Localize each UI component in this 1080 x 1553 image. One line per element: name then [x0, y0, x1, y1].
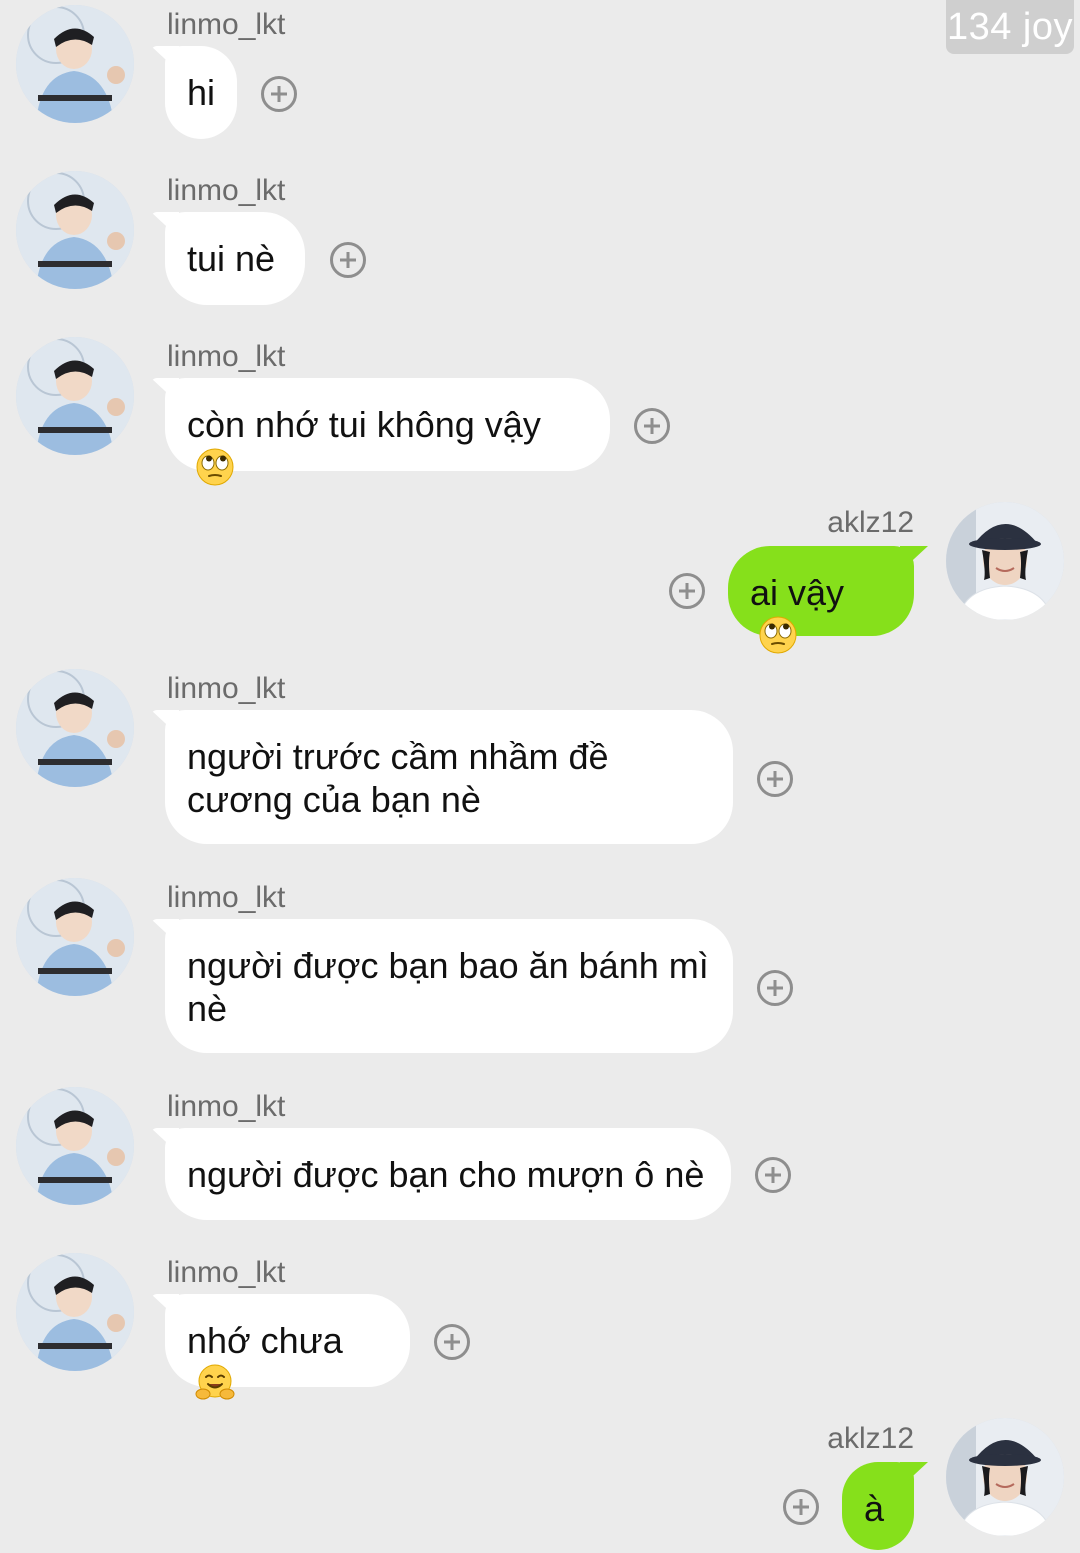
message-row: aklz12 ai vậy: [0, 500, 1080, 654]
avatar[interactable]: [946, 1418, 1064, 1536]
message-bubble[interactable]: nhớ chưa: [165, 1294, 410, 1400]
message-bubble[interactable]: người trước cầm nhầm đề cương của bạn nè: [165, 710, 733, 844]
sender-name: linmo_lkt: [167, 174, 286, 207]
hugging-face-emoji: [195, 1363, 235, 1403]
message-row: linmo_lkt người được bạn cho mượn ô nè: [0, 1082, 1080, 1222]
add-reaction-icon[interactable]: [434, 1324, 470, 1360]
message-bubble[interactable]: tui nè: [165, 212, 305, 305]
avatar[interactable]: [16, 1253, 134, 1371]
message-bubble[interactable]: hi: [165, 46, 237, 139]
avatar[interactable]: [16, 171, 134, 289]
message-text: còn nhớ tui không vậy: [187, 404, 541, 445]
message-text: hi: [187, 72, 216, 113]
add-reaction-icon[interactable]: [783, 1489, 819, 1525]
add-reaction-icon[interactable]: [757, 970, 793, 1006]
sender-name: linmo_lkt: [167, 672, 286, 705]
message-row: aklz12 à: [0, 1416, 1080, 1553]
sender-name: linmo_lkt: [167, 8, 286, 41]
add-reaction-icon[interactable]: [669, 573, 705, 609]
sender-name: linmo_lkt: [167, 1090, 286, 1123]
message-text: tui nè: [187, 238, 276, 279]
message-bubble[interactable]: còn nhớ tui không vậy: [165, 378, 610, 486]
sender-name: linmo_lkt: [167, 340, 286, 373]
avatar[interactable]: [946, 502, 1064, 620]
message-row: linmo_lkt hi: [0, 0, 1080, 140]
avatar[interactable]: [16, 669, 134, 787]
add-reaction-icon[interactable]: [261, 76, 297, 112]
avatar[interactable]: [16, 5, 134, 123]
message-text: nhớ chưa: [187, 1320, 343, 1361]
message-row: linmo_lkt tui nè: [0, 166, 1080, 306]
message-row: linmo_lkt nhớ chưa: [0, 1248, 1080, 1400]
eye-roll-emoji: [195, 447, 235, 487]
message-text: người trước cầm nhầm đề cương của bạn nè: [187, 736, 609, 820]
message-bubble[interactable]: người được bạn bao ăn bánh mì nè: [165, 919, 733, 1053]
message-text: ai vậy: [750, 572, 845, 613]
add-reaction-icon[interactable]: [755, 1157, 791, 1193]
message-row: linmo_lkt còn nhớ tui không vậy: [0, 332, 1080, 486]
message-text: người được bạn cho mượn ô nè: [187, 1154, 705, 1195]
add-reaction-icon[interactable]: [634, 408, 670, 444]
eye-roll-emoji: [758, 615, 798, 655]
message-bubble[interactable]: người được bạn cho mượn ô nè: [165, 1128, 731, 1220]
sender-name: linmo_lkt: [167, 1256, 286, 1289]
sender-name: aklz12: [827, 1422, 914, 1455]
message-bubble[interactable]: ai vậy: [728, 546, 914, 654]
message-row: linmo_lkt người trước cầm nhầm đề cương …: [0, 664, 1080, 854]
sender-name: linmo_lkt: [167, 881, 286, 914]
avatar[interactable]: [16, 1087, 134, 1205]
message-bubble[interactable]: à: [842, 1462, 914, 1550]
message-text: à: [864, 1488, 885, 1529]
avatar[interactable]: [16, 337, 134, 455]
message-row: linmo_lkt người được bạn bao ăn bánh mì …: [0, 873, 1080, 1063]
sender-name: aklz12: [827, 506, 914, 539]
avatar[interactable]: [16, 878, 134, 996]
message-text: người được bạn bao ăn bánh mì nè: [187, 945, 709, 1029]
add-reaction-icon[interactable]: [330, 242, 366, 278]
add-reaction-icon[interactable]: [757, 761, 793, 797]
